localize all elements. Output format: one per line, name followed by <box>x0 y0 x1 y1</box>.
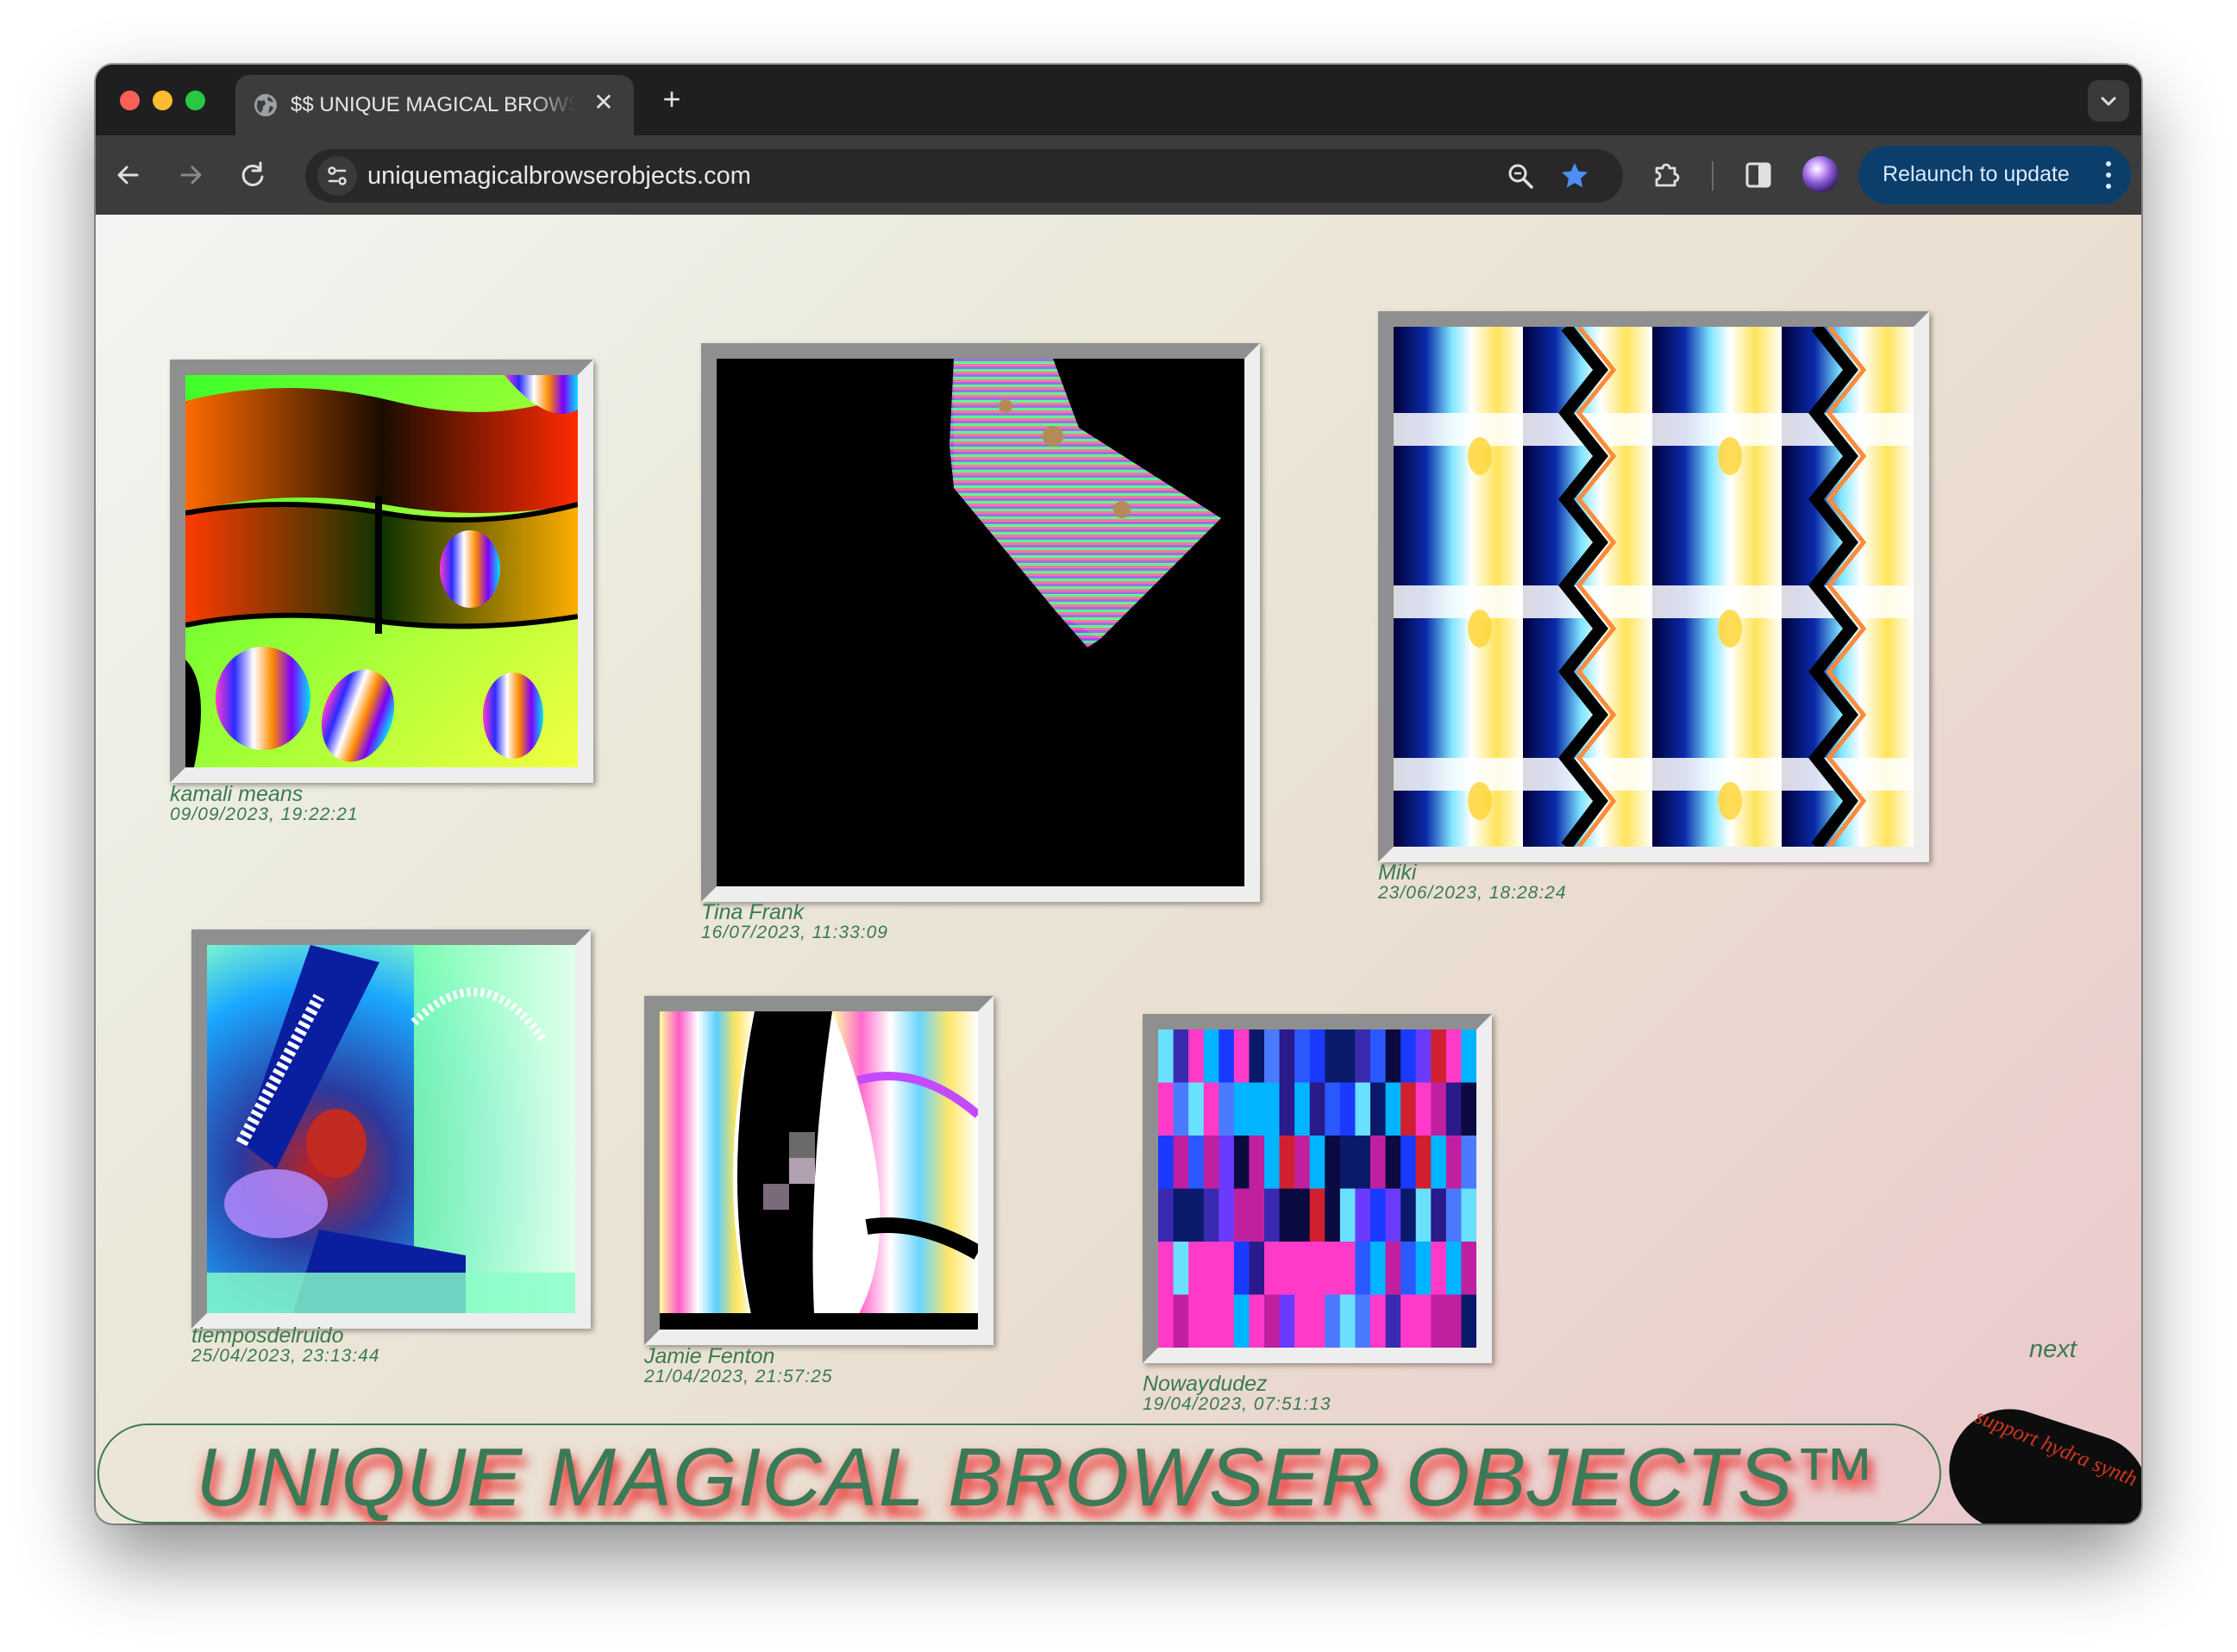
artwork-frame <box>191 929 591 1329</box>
relaunch-label: Relaunch to update <box>1883 162 2070 186</box>
tab-title: $$ UNIQUE MAGICAL BROWSER OBJECTS <box>291 93 575 116</box>
chevron-down-icon <box>2101 97 2116 106</box>
artwork-date: 19/04/2023, 07:51:13 <box>1143 1394 1332 1415</box>
artwork-date: 09/09/2023, 19:22:21 <box>170 804 359 825</box>
extensions-button[interactable] <box>1648 156 1686 194</box>
tune-icon <box>328 166 347 185</box>
forward-button[interactable] <box>172 156 210 194</box>
artwork-date: 16/07/2023, 11:33:09 <box>701 923 888 943</box>
artwork-frame <box>1143 1014 1492 1363</box>
artwork-canvas[interactable] <box>207 945 575 1313</box>
close-window-button[interactable] <box>120 91 140 110</box>
artwork-frame <box>1378 311 1929 862</box>
arrow-right-icon <box>180 166 202 185</box>
artwork-date: 23/06/2023, 18:28:24 <box>1378 883 1567 904</box>
artwork-date: 25/04/2023, 23:13:44 <box>191 1346 380 1367</box>
artwork-author[interactable]: Miki <box>1378 861 1567 885</box>
maximize-window-button[interactable] <box>185 91 205 110</box>
artwork-date: 21/04/2023, 21:57:25 <box>644 1367 833 1387</box>
artwork-frame <box>644 996 993 1345</box>
browser-window: $$ UNIQUE MAGICAL BROWSER OBJECTS ✕ + <box>96 65 2141 1524</box>
artwork-author[interactable]: kamali means <box>170 783 359 806</box>
url-text[interactable]: uniquemagicalbrowserobjects.com <box>367 162 751 191</box>
new-tab-button[interactable]: + <box>655 82 689 116</box>
artwork-author[interactable]: Tina Frank <box>701 901 888 924</box>
artwork-frame <box>170 360 593 783</box>
artwork-author[interactable]: Jamie Fenton <box>644 1345 833 1368</box>
reload-button[interactable] <box>234 156 272 194</box>
artwork-author[interactable]: tiemposdelruido <box>191 1324 380 1348</box>
artwork-frame <box>701 343 1260 902</box>
artwork-canvas[interactable] <box>660 1011 978 1330</box>
browser-toolbar: uniquemagicalbrowserobjects.com Relaunch… <box>96 135 2141 215</box>
artwork-author[interactable]: Nowaydudez <box>1143 1373 1332 1396</box>
tab-search-button[interactable] <box>2088 80 2129 122</box>
site-title: UNIQUE MAGICAL BROWSER OBJECTS™ <box>196 1431 1877 1524</box>
side-panel-button[interactable] <box>1739 156 1777 194</box>
zoom-button[interactable] <box>1505 160 1536 191</box>
page-content: kamali means 09/09/2023, 19:22:21 Tina F… <box>96 215 2141 1524</box>
back-button[interactable] <box>110 156 147 194</box>
reload-icon <box>241 161 264 186</box>
artwork-canvas[interactable] <box>717 359 1244 886</box>
browser-tab[interactable]: $$ UNIQUE MAGICAL BROWSER OBJECTS ✕ <box>235 75 634 135</box>
artwork-canvas[interactable] <box>1394 327 1914 847</box>
puzzle-icon <box>1655 163 1680 187</box>
toolbar-divider <box>1712 161 1714 191</box>
address-bar[interactable]: uniquemagicalbrowserobjects.com <box>305 149 1623 203</box>
bookmark-button[interactable] <box>1559 160 1590 191</box>
tab-bar: $$ UNIQUE MAGICAL BROWSER OBJECTS ✕ + <box>96 65 2141 135</box>
tab-close-button[interactable]: ✕ <box>591 90 617 116</box>
globe-icon <box>253 92 279 118</box>
artwork-canvas[interactable] <box>1158 1029 1476 1348</box>
site-info-button[interactable] <box>317 156 357 196</box>
next-link[interactable]: next <box>2029 1336 2077 1364</box>
star-icon <box>1562 163 1588 188</box>
arrow-left-icon <box>117 166 139 185</box>
more-vert-icon <box>2106 161 2111 189</box>
magnifier-icon <box>1508 164 1533 189</box>
profile-avatar[interactable] <box>1802 156 1839 192</box>
minimize-window-button[interactable] <box>153 91 172 110</box>
artwork-canvas[interactable] <box>185 375 578 767</box>
side-panel-icon <box>1745 162 1771 188</box>
relaunch-button[interactable]: Relaunch to update <box>1858 146 2131 204</box>
